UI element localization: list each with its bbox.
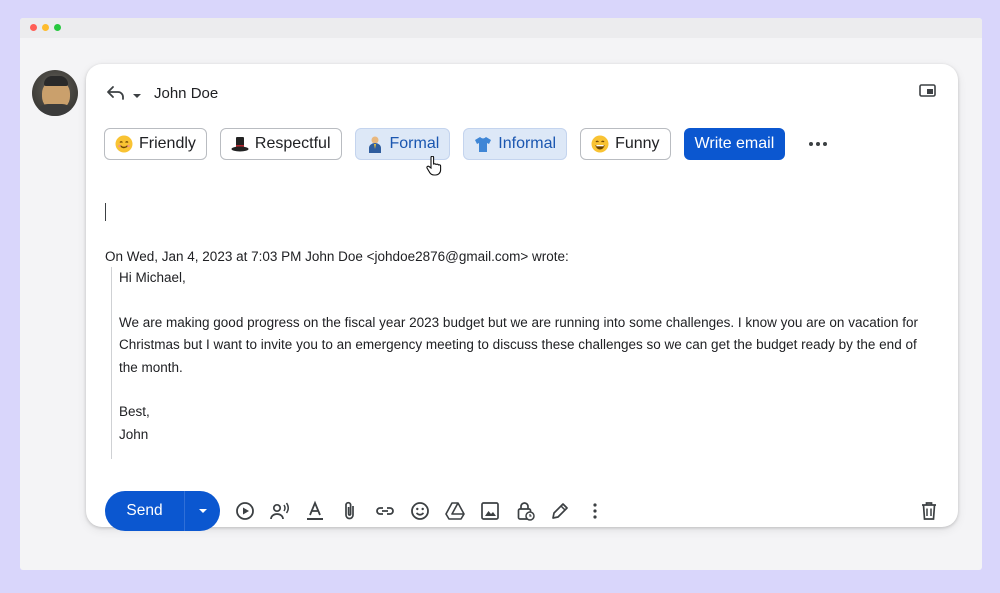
compose-card: John Doe Friendly Respectful Formal Info…	[86, 64, 958, 531]
play-circle-icon[interactable]	[234, 500, 256, 522]
trash-icon[interactable]	[920, 501, 938, 521]
tone-chip-label: Formal	[389, 135, 440, 152]
grinning-face-icon	[591, 135, 609, 153]
text-caret	[105, 203, 106, 221]
image-icon[interactable]	[479, 500, 501, 522]
lock-clock-icon[interactable]	[514, 500, 536, 522]
browser-window: John Doe Friendly Respectful Formal Info…	[20, 18, 982, 570]
link-icon[interactable]	[374, 500, 396, 522]
minimize-window-control[interactable]	[42, 24, 49, 31]
send-button[interactable]: Send	[105, 491, 184, 531]
chevron-down-icon	[198, 509, 207, 513]
quote-body: We are making good progress on the fisca…	[119, 314, 918, 375]
title-bar	[20, 18, 982, 38]
chevron-down-icon[interactable]	[132, 88, 142, 98]
quote-header: On Wed, Jan 4, 2023 at 7:03 PM John Doe …	[105, 249, 569, 264]
drive-icon[interactable]	[444, 500, 466, 522]
tone-chip-row: Friendly Respectful Formal Informal Funn…	[104, 128, 828, 160]
tone-chip-friendly[interactable]: Friendly	[104, 128, 207, 160]
compose-toolbar: Send	[105, 491, 606, 531]
more-vert-icon[interactable]	[584, 500, 606, 522]
close-window-control[interactable]	[30, 24, 37, 31]
reply-header: John Doe	[106, 82, 218, 104]
avatar[interactable]	[32, 70, 78, 116]
t-shirt-icon	[474, 135, 492, 153]
tone-chip-informal[interactable]: Informal	[463, 128, 568, 160]
tone-chip-label: Informal	[498, 135, 557, 152]
attach-icon[interactable]	[339, 500, 361, 522]
voice-icon[interactable]	[269, 500, 291, 522]
send-options-button[interactable]	[185, 491, 220, 531]
tone-chip-label: Friendly	[139, 135, 196, 152]
quote-signature: John	[119, 426, 149, 442]
tone-chip-label: Funny	[615, 135, 660, 152]
emoji-icon[interactable]	[409, 500, 431, 522]
reply-icon[interactable]	[106, 84, 126, 102]
tone-chip-respectful[interactable]: Respectful	[219, 128, 342, 160]
text-format-icon[interactable]	[304, 500, 326, 522]
tone-chip-label: Respectful	[254, 135, 331, 152]
top-hat-icon	[231, 135, 249, 153]
write-email-button[interactable]: Write email	[683, 128, 786, 160]
tone-chip-funny[interactable]: Funny	[580, 128, 671, 160]
quoted-message: Hi Michael, We are making good progress …	[111, 267, 919, 459]
business-person-icon	[366, 135, 384, 153]
hand-cursor-icon	[426, 155, 442, 176]
recipient-name[interactable]: John Doe	[154, 85, 218, 102]
smiling-face-icon	[115, 135, 133, 153]
popout-icon[interactable]	[919, 84, 936, 97]
pen-icon[interactable]	[549, 500, 571, 522]
send-button-group: Send	[105, 491, 220, 531]
zoom-window-control[interactable]	[54, 24, 61, 31]
quote-greeting: Hi Michael,	[119, 270, 186, 285]
quote-signoff: Best,	[119, 404, 150, 419]
more-horizontal-icon[interactable]	[809, 141, 828, 147]
